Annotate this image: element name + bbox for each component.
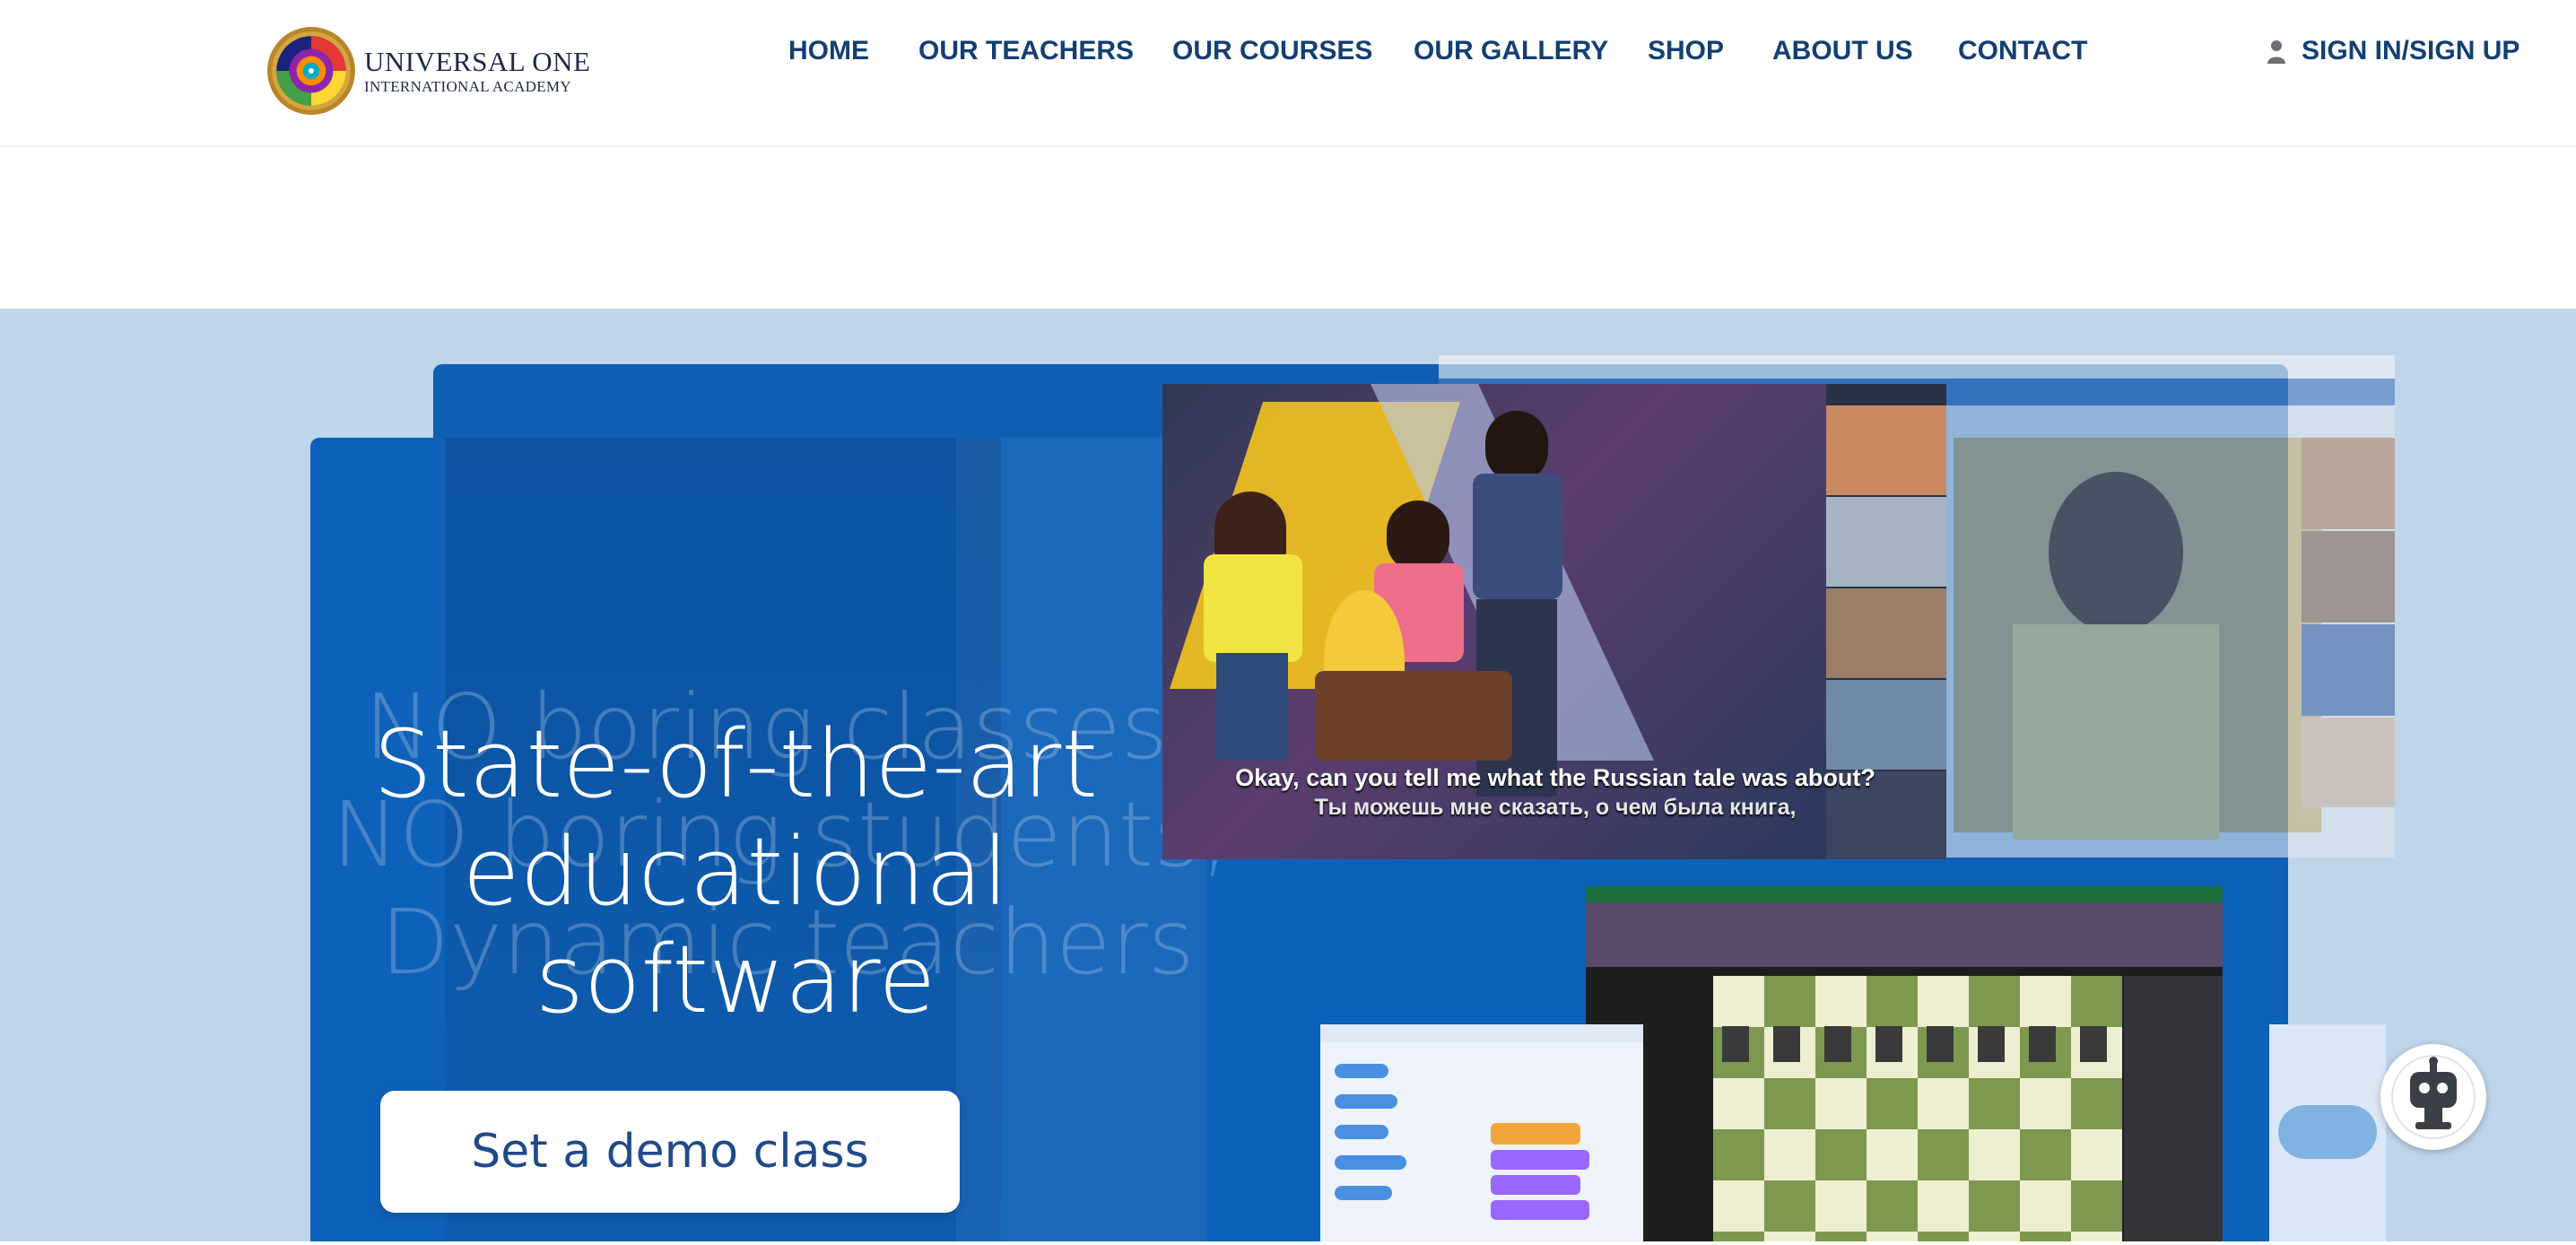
nav-our-teachers[interactable]: OUR TEACHERS [918, 36, 1134, 66]
headline-line-1: State-of-the-art [373, 710, 1098, 819]
signin-link[interactable]: SIGN IN/SIGN UP [2267, 36, 2519, 66]
logo[interactable]: UNIVERSAL ONE INTERNATIONAL ACADEMY [265, 25, 590, 117]
scratch-stage-screenshot [2269, 1024, 2386, 1241]
signin-label: SIGN IN/SIGN UP [2302, 36, 2520, 65]
site-header: UNIVERSAL ONE INTERNATIONAL ACADEMY HOME… [0, 0, 2576, 147]
nav-contact[interactable]: CONTACT [1958, 36, 2087, 66]
academy-emblem-icon [267, 27, 355, 115]
set-demo-class-button[interactable]: Set a demo class [380, 1091, 960, 1213]
headline-line-3: software [535, 925, 936, 1034]
nav-shop[interactable]: SHOP [1648, 36, 1724, 66]
class-video-screenshot: Okay, can you tell me what the Russian t… [1162, 384, 1946, 859]
chat-widget-button[interactable] [2380, 1044, 2486, 1150]
user-icon [2267, 40, 2285, 64]
scratch-coding-screenshot [1320, 1024, 1643, 1241]
nav-about-us[interactable]: ABOUT US [1772, 36, 1913, 66]
chess-lesson-screenshot [1586, 886, 2223, 1241]
video-caption-russian: Ты можешь мне сказать, о чем была книга, [1314, 795, 1797, 820]
logo-title: UNIVERSAL ONE [364, 46, 591, 77]
logo-subtitle: INTERNATIONAL ACADEMY [364, 78, 571, 95]
robot-chat-icon [2391, 1055, 2476, 1139]
nav-our-gallery[interactable]: OUR GALLERY [1414, 36, 1608, 66]
nav-home[interactable]: HOME [788, 36, 869, 66]
nav-our-courses[interactable]: OUR COURSES [1172, 36, 1372, 66]
hero-section: NO boring classes, NO boring students, D… [0, 309, 2576, 1241]
headline-line-2: educational [462, 817, 1009, 927]
video-caption-english: Okay, can you tell me what the Russian t… [1235, 764, 1875, 791]
hero-headline: State-of-the-art educational software [323, 710, 1148, 1033]
